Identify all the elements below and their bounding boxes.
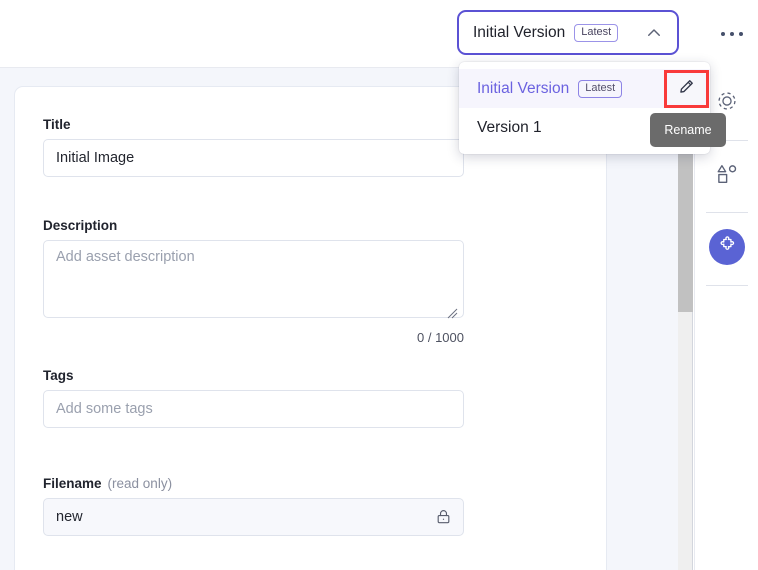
kebab-dot — [739, 32, 743, 36]
description-character-counter: 0 / 1000 — [417, 330, 464, 345]
description-textarea[interactable] — [43, 240, 464, 318]
latest-badge: Latest — [578, 79, 623, 98]
puzzle-piece-icon — [718, 235, 737, 259]
filename-label-text: Filename — [43, 476, 102, 491]
filename-input — [43, 498, 464, 536]
title-label: Title — [43, 117, 71, 132]
description-field-group: Description 0 / 1000 — [43, 218, 464, 345]
shapes-icon — [715, 162, 739, 191]
rename-tooltip: Rename — [650, 113, 726, 147]
version-item-label: Version 1 — [477, 118, 542, 136]
tags-label: Tags — [43, 368, 74, 383]
title-field-group: Title — [43, 117, 464, 177]
filename-label: Filename (read only) — [43, 476, 464, 491]
rename-version-button[interactable] — [670, 75, 703, 103]
version-selector-label: Initial Version — [473, 23, 566, 41]
vertical-scrollbar-thumb[interactable] — [678, 152, 693, 312]
shapes-button[interactable] — [707, 156, 747, 196]
title-input[interactable] — [43, 139, 464, 177]
app-root: Initial Version Latest Title Description — [0, 0, 758, 570]
version-item-label: Initial Version — [477, 79, 570, 97]
asset-details-card: Title Description 0 / 1000 — [14, 86, 607, 570]
plugins-button[interactable] — [709, 229, 745, 265]
description-label: Description — [43, 218, 118, 233]
rail-divider — [706, 212, 748, 213]
more-options-button[interactable] — [714, 20, 750, 48]
version-selector-button[interactable]: Initial Version Latest — [457, 10, 679, 55]
tags-field-group: Tags — [43, 368, 464, 428]
tags-input[interactable] — [43, 390, 464, 428]
kebab-dot — [730, 32, 734, 36]
rail-divider — [706, 285, 748, 286]
filename-readonly-note: (read only) — [107, 476, 173, 491]
kebab-dot — [721, 32, 725, 36]
chevron-up-icon — [645, 24, 663, 42]
pencil-icon — [678, 78, 695, 100]
latest-badge: Latest — [574, 23, 619, 42]
lock-icon — [435, 508, 452, 526]
filename-field-group: Filename (read only) — [43, 476, 464, 536]
